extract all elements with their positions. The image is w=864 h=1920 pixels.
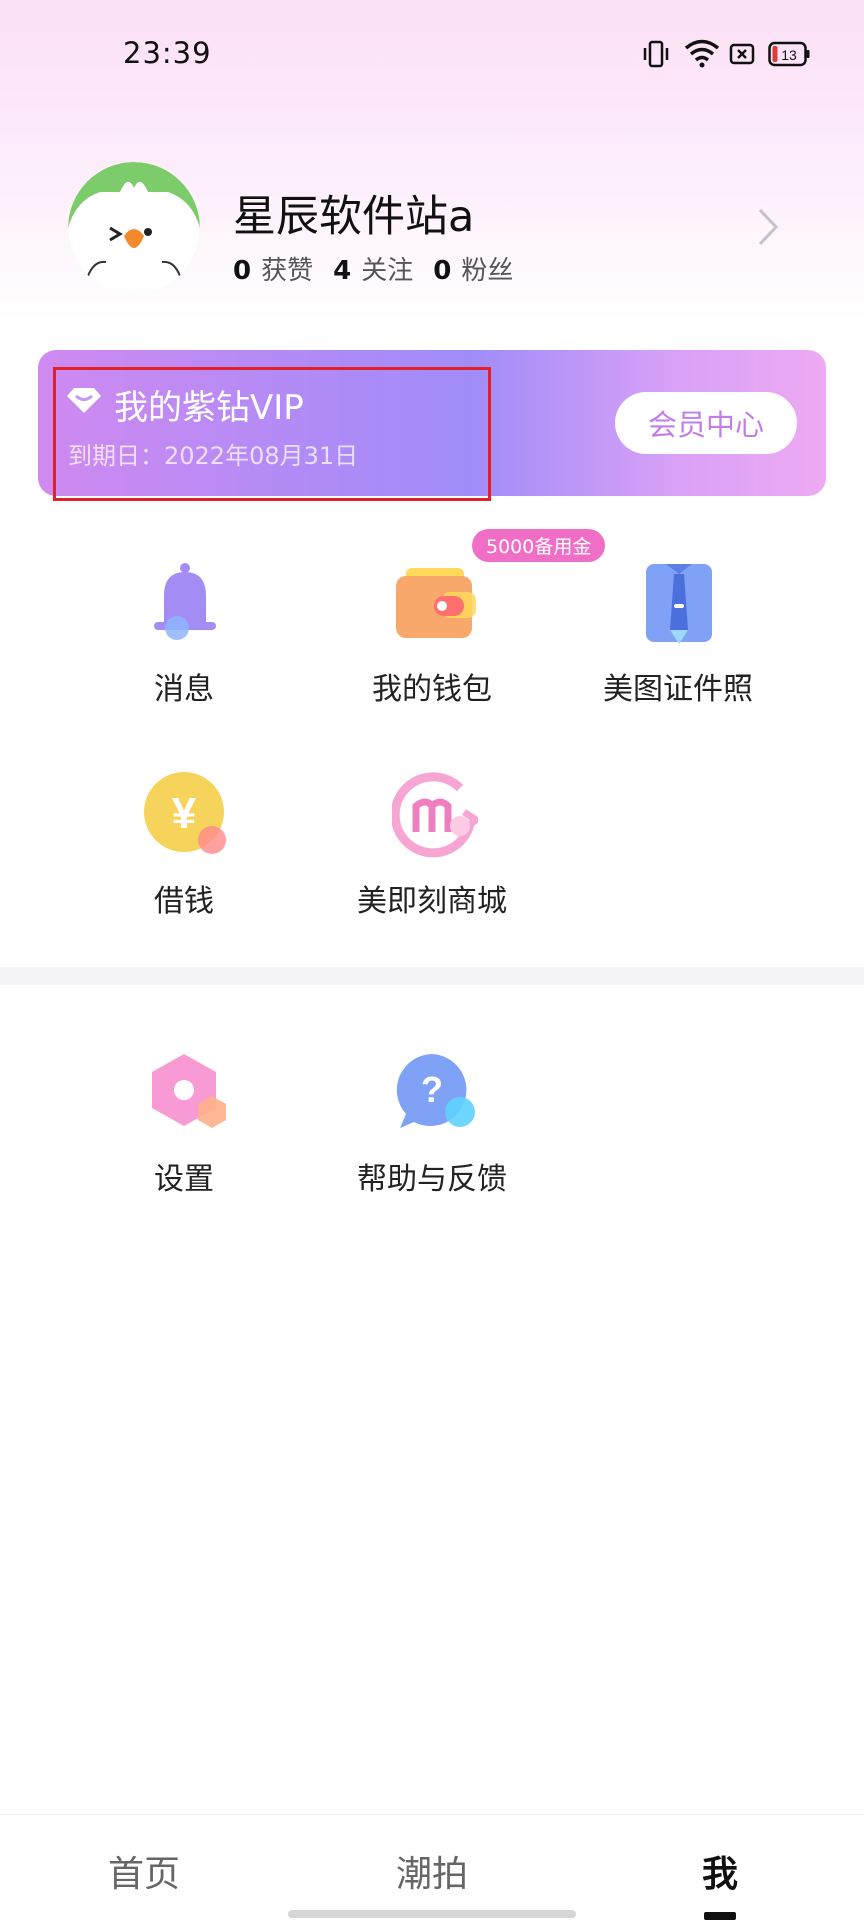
grid-item-label: 消息: [154, 672, 214, 707]
stat-followers[interactable]: 0 粉丝: [433, 250, 513, 287]
grid-item-label: 美图证件照: [603, 672, 753, 707]
username[interactable]: 星辰软件站a: [233, 182, 474, 244]
tab-me[interactable]: 我: [702, 1845, 738, 1897]
wallet-icon: [392, 560, 476, 642]
active-tab-indicator: [704, 1912, 736, 1920]
section-divider: [0, 967, 864, 985]
grid-item-settings[interactable]: 设置: [64, 1050, 304, 1200]
stat-likes[interactable]: 0 获赞: [233, 250, 313, 287]
wallet-badge: 5000备用金: [472, 529, 606, 562]
stat-following[interactable]: 4 关注: [333, 250, 413, 287]
grid-item-label: 我的钱包: [372, 672, 492, 707]
grid-item-help-feedback[interactable]: ? 帮助与反馈: [312, 1050, 552, 1200]
sim-blocked-icon: [729, 42, 755, 70]
bell-icon: [144, 560, 226, 642]
profile-stats: 0 获赞 4 关注 0 粉丝: [233, 250, 513, 287]
status-bar: 23:39 13: [0, 0, 864, 110]
chevron-right-icon[interactable]: [756, 206, 780, 252]
id-photo-icon: [638, 560, 720, 644]
vibrate-icon: [643, 40, 669, 72]
svg-text:?: ?: [421, 1069, 443, 1110]
grid-item-messages[interactable]: 消息: [64, 560, 304, 710]
settings-hexagon-icon: [144, 1050, 226, 1132]
grid-item-mall[interactable]: 美即刻商城: [312, 772, 552, 922]
grid-item-wallet[interactable]: 我的钱包: [312, 560, 552, 710]
grid-item-label: 设置: [154, 1162, 214, 1197]
mall-icon: [390, 772, 483, 858]
grid-item-id-photo[interactable]: 美图证件照: [558, 560, 798, 710]
wifi-icon: [684, 38, 720, 72]
grid-item-borrow[interactable]: ¥ 借钱: [64, 772, 304, 922]
vip-info-highlight-box: [53, 367, 491, 501]
status-time: 23:39: [123, 36, 212, 70]
grid-item-label: 美即刻商城: [357, 884, 507, 919]
tab-trending-shoot[interactable]: 潮拍: [396, 1845, 468, 1897]
yuan-coin-icon: ¥: [144, 772, 226, 854]
svg-text:¥: ¥: [172, 789, 197, 838]
member-center-button[interactable]: 会员中心: [615, 392, 797, 454]
battery-level-text: 13: [781, 47, 797, 63]
gesture-home-bar[interactable]: [288, 1910, 576, 1918]
bottom-nav: 首页 潮拍 我: [0, 1814, 864, 1920]
tab-home[interactable]: 首页: [108, 1845, 180, 1897]
help-bubble-icon: ?: [392, 1050, 475, 1132]
grid-item-label: 借钱: [154, 884, 214, 919]
avatar[interactable]: [68, 162, 200, 294]
avatar-bird-icon: [68, 162, 200, 294]
battery-icon: 13: [768, 41, 810, 71]
grid-item-label: 帮助与反馈: [357, 1162, 507, 1197]
